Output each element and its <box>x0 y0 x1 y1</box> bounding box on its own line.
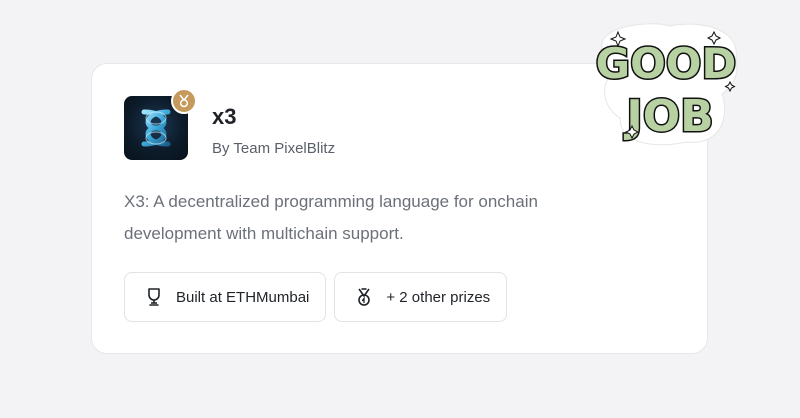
trophy-icon <box>143 286 165 308</box>
medal-icon <box>353 286 375 308</box>
other-prizes-chip[interactable]: + 2 other prizes <box>334 272 508 322</box>
project-description: X3: A decentralized programming language… <box>124 192 538 243</box>
project-logo <box>124 88 197 160</box>
project-chips: Built at ETHMumbai + 2 other prizes <box>124 272 508 322</box>
project-title[interactable]: x3 <box>212 104 236 130</box>
built-at-chip[interactable]: Built at ETHMumbai <box>124 272 327 322</box>
built-at-label: Built at ETHMumbai <box>176 288 310 306</box>
project-byline: By Team PixelBlitz <box>212 140 336 157</box>
other-prizes-label: + 2 other prizes <box>386 288 491 306</box>
medal-icon <box>171 88 197 114</box>
sticker-line-2: JOB <box>623 91 713 142</box>
sticker-line-1: GOOD <box>596 39 737 88</box>
good-job-sticker: GOOD JOB <box>590 18 742 148</box>
